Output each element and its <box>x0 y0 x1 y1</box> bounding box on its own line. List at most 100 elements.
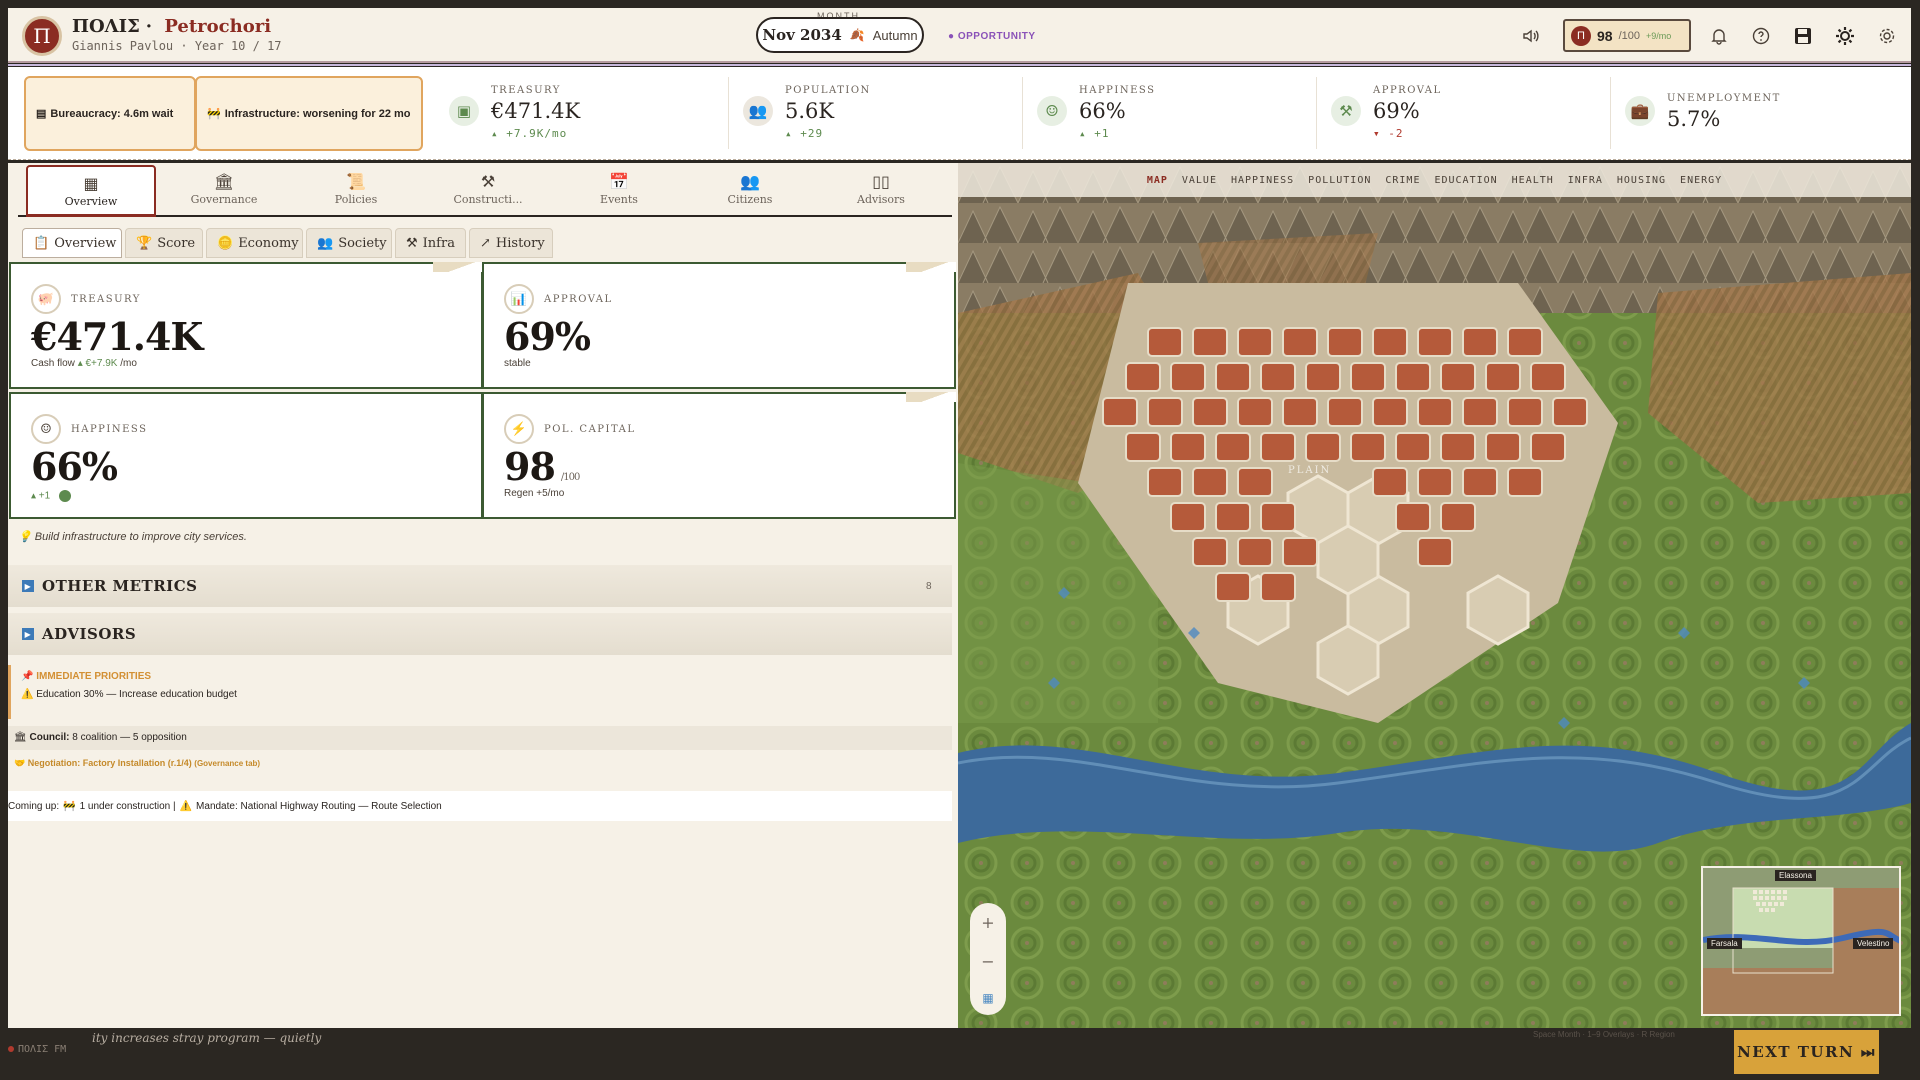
section-other-metrics[interactable]: ▶ OTHER METRICS 8 <box>8 565 952 607</box>
warning-icon: ⚠️ <box>21 689 34 700</box>
left-panel: ▦ Overview 🏛 Governance 📜 Policies ⚒ Constru… <box>8 163 958 1028</box>
political-capital-badge[interactable]: Π 98/100 +9/mo <box>1563 19 1691 52</box>
zoom-in-button[interactable]: + <box>981 913 994 932</box>
radio-station[interactable]: ΠΟΛΙΣ FM <box>8 1044 66 1055</box>
tab-overview[interactable]: ▦ Overview <box>26 165 156 217</box>
stat-treasury[interactable]: ▣ TREASURY €471.4K ▴ +7.9K/mo <box>435 77 729 149</box>
bar-chart-icon: 📊 <box>504 284 534 314</box>
expand-arrow-icon: ▶ <box>22 628 34 640</box>
city-map[interactable]: PLAIN MAP VALUE HAPPINESS POLLUTION CRIM… <box>958 163 1911 1028</box>
season-label: Autumn <box>872 27 918 43</box>
city-title: ΠΟΛΙΣ · Petrochori <box>72 16 272 37</box>
stat-unemployment[interactable]: 💼 UNEMPLOYMENT 5.7% <box>1611 77 1905 149</box>
tab-events[interactable]: 📅 Events <box>554 163 684 215</box>
negotiation-link[interactable]: 🤝 Negotiation: Factory Installation (r.1… <box>8 758 266 769</box>
bank-icon: 🏛 <box>213 172 235 191</box>
stat-happiness[interactable]: ☺ HAPPINESS 66% ▴ +1 <box>1023 77 1317 149</box>
card-approval[interactable]: 📊 APPROVAL 69% stable <box>482 262 956 389</box>
overlay-pollution[interactable]: POLLUTION <box>1308 175 1371 186</box>
minimap-label-velestino: Velestino <box>1853 938 1894 949</box>
top-bar: Π ΠΟΛΙΣ · Petrochori Giannis Pavlou · Yea… <box>8 8 1911 66</box>
warning-icon: ⚠️ <box>179 800 193 812</box>
subtab-society[interactable]: 👥 Society <box>306 228 392 258</box>
piggy-bank-icon: 🐖 <box>31 284 61 314</box>
subtab-infra[interactable]: ⚒ Infra <box>395 228 466 258</box>
subtab-economy[interactable]: 🪙 Economy <box>206 228 303 258</box>
people-icon: 👥 <box>743 96 773 126</box>
city-name: Petrochori <box>164 16 272 37</box>
card-happiness[interactable]: ☺ HAPPINESS 66% ▴ +1 <box>9 392 483 519</box>
overlay-health[interactable]: HEALTH <box>1512 175 1554 186</box>
volume-icon[interactable] <box>1520 25 1542 47</box>
save-icon[interactable] <box>1792 25 1814 47</box>
overlay-infra[interactable]: INFRA <box>1568 175 1603 186</box>
overlay-map[interactable]: MAP <box>1147 175 1168 186</box>
priority-item[interactable]: ⚠️ Education 30% — Increase education bu… <box>21 689 237 700</box>
section-advisors[interactable]: ▶ ADVISORS <box>8 613 952 655</box>
trophy-icon: 🏆 <box>136 235 153 251</box>
subtab-overview[interactable]: 📋 Overview <box>22 228 122 258</box>
calendar-icon: 📅 <box>609 172 629 191</box>
expand-arrow-icon: ▶ <box>22 580 34 592</box>
coins-icon: 🪙 <box>217 235 234 251</box>
month-date: Nov 2034 <box>762 26 842 44</box>
tab-citizens[interactable]: 👥 Citizens <box>685 163 815 215</box>
tab-construction[interactable]: ⚒ Constructi... <box>423 163 553 215</box>
construction-icon: 🚧 <box>207 108 221 120</box>
minimap[interactable]: Elassona Farsala Velestino <box>1701 866 1901 1016</box>
tab-policies[interactable]: 📜 Policies <box>291 163 421 215</box>
zoom-out-button[interactable]: − <box>981 952 994 971</box>
lightning-icon: ⚡ <box>504 414 534 444</box>
card-political-capital[interactable]: ⚡ POL. CAPITAL 98/100 Regen +5/mo <box>482 392 956 519</box>
help-icon[interactable] <box>1750 25 1772 47</box>
lightbulb-icon: 💡 <box>18 531 32 543</box>
overlay-value[interactable]: VALUE <box>1182 175 1217 186</box>
map-view-icon[interactable]: ▦ <box>982 991 993 1005</box>
hammer-icon: ⚒ <box>406 235 418 251</box>
priorities-box: 📌 IMMEDIATE PRIORITIES ⚠️ Education 30% … <box>8 665 952 719</box>
overlay-energy[interactable]: ENERGY <box>1680 175 1722 186</box>
news-ticker: ity increases stray program — quietly <box>92 1031 322 1045</box>
subtab-history[interactable]: ↗ History <box>469 228 553 258</box>
overlay-education[interactable]: EDUCATION <box>1434 175 1497 186</box>
people-icon: 👥 <box>740 172 760 191</box>
minimap-label-elassona: Elassona <box>1775 870 1816 881</box>
mayor-year-subtitle: Giannis Pavlou · Year 10 / 17 <box>72 39 282 53</box>
alert-infrastructure[interactable]: 🚧 Infrastructure: worsening for 22 mo <box>195 76 423 151</box>
pin-icon: 📌 <box>21 671 34 682</box>
smile-icon: ☺ <box>1037 96 1067 126</box>
leaf-icon: 🍂 <box>849 28 865 42</box>
clipboard-icon: 📋 <box>33 235 50 251</box>
terrain-label: PLAIN <box>1288 465 1332 476</box>
opportunity-badge[interactable]: ● OPPORTUNITY <box>948 31 1036 42</box>
cog-icon[interactable] <box>1876 25 1898 47</box>
handshake-icon: 🤝 <box>14 758 26 768</box>
stat-approval[interactable]: ⚒ APPROVAL 69% ▾ -2 <box>1317 77 1611 149</box>
columns-icon: ▯▯ <box>872 172 890 191</box>
city-emblem-icon: Π <box>22 16 62 56</box>
tab-governance[interactable]: 🏛 Governance <box>159 163 289 215</box>
month-indicator[interactable]: Nov 2034 🍂 Autumn <box>756 17 924 53</box>
tab-advisors[interactable]: ▯▯ Advisors <box>816 163 946 215</box>
scroll-icon: 📜 <box>346 172 366 191</box>
bell-icon[interactable] <box>1708 25 1730 47</box>
overlay-crime[interactable]: CRIME <box>1385 175 1420 186</box>
people-icon: 👥 <box>317 235 334 251</box>
overlay-housing[interactable]: HOUSING <box>1617 175 1666 186</box>
live-dot-icon <box>8 1046 14 1052</box>
council-row[interactable]: 🏛 Council: 8 coalition — 5 opposition <box>8 726 952 750</box>
stat-population[interactable]: 👥 POPULATION 5.6K ▴ +29 <box>729 77 1023 149</box>
settings-gear-icon[interactable] <box>1834 25 1856 47</box>
stats-bar: ▤ Bureaucracy: 4.6m wait 🚧 Infrastructure:… <box>8 67 1911 160</box>
card-treasury[interactable]: 🐖 TREASURY €471.4K Cash flow ▴ €+7.9K /m… <box>9 262 483 389</box>
hammer-icon: ⚒ <box>480 172 496 191</box>
trend-icon: ↗ <box>480 235 491 251</box>
bureaucracy-icon: ▤ <box>36 108 47 120</box>
zoom-controls: + − ▦ <box>970 903 1006 1015</box>
coming-up-bar: Coming up: 🚧 1 under construction | ⚠️ M… <box>8 791 952 821</box>
alert-bureaucracy[interactable]: ▤ Bureaucracy: 4.6m wait <box>24 76 196 151</box>
next-turn-button[interactable]: NEXT TURN ⏭ <box>1734 1030 1879 1074</box>
overlay-happiness[interactable]: HAPPINESS <box>1231 175 1294 186</box>
political-capital-icon: Π <box>1571 25 1591 46</box>
subtab-score[interactable]: 🏆 Score <box>125 228 203 258</box>
